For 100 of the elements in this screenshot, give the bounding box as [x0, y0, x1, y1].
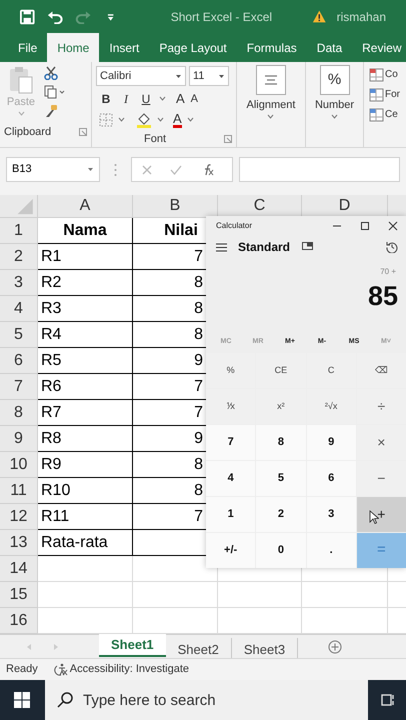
- undo-icon[interactable]: [46, 10, 63, 24]
- table-style-icon: [369, 88, 384, 102]
- caret-icon: [87, 167, 94, 172]
- row-header[interactable]: 8: [0, 400, 38, 426]
- check-icon[interactable]: [170, 164, 182, 174]
- calculator-key[interactable]: 3: [306, 497, 356, 532]
- ribbon-tab[interactable]: Review: [352, 33, 406, 62]
- row-header[interactable]: 4: [0, 296, 38, 322]
- styles-button[interactable]: Ce: [369, 107, 400, 122]
- row-header[interactable]: 16: [0, 608, 38, 634]
- ribbon-tab[interactable]: Data: [306, 33, 352, 62]
- row-header[interactable]: 6: [0, 348, 38, 374]
- column-header[interactable]: A: [38, 195, 133, 218]
- name-box[interactable]: B13: [6, 157, 100, 182]
- row-header[interactable]: 11: [0, 478, 38, 504]
- row-header[interactable]: 7: [0, 374, 38, 400]
- row-header[interactable]: 9: [0, 426, 38, 452]
- paste-label: Paste: [6, 95, 36, 110]
- close-icon[interactable]: [388, 221, 398, 231]
- save-icon[interactable]: [20, 8, 35, 24]
- style-button[interactable]: I: [119, 90, 133, 108]
- fill-color-icon[interactable]: [136, 112, 152, 128]
- table-cell: R3: [38, 296, 133, 322]
- task-view-icon[interactable]: [381, 693, 395, 707]
- formula-input[interactable]: [239, 157, 400, 182]
- history-icon[interactable]: [386, 241, 398, 253]
- row-header[interactable]: 2: [0, 244, 38, 270]
- group-label: Font: [144, 132, 166, 146]
- row-header[interactable]: 3: [0, 270, 38, 296]
- table-cell: R7: [38, 400, 133, 426]
- calculator-key[interactable]: 8: [256, 425, 306, 460]
- column-header[interactable]: D: [302, 195, 388, 218]
- table-cell: Rata-rata: [38, 530, 133, 556]
- borders-icon[interactable]: [99, 112, 113, 126]
- calculator-key[interactable]: +: [356, 497, 406, 532]
- group-label: Clipboard: [4, 125, 52, 140]
- row-header[interactable]: 13: [0, 530, 38, 556]
- ribbon-tab[interactable]: File: [8, 33, 48, 62]
- accessibility-button[interactable]: Accessibility: Investigate: [54, 661, 190, 678]
- caret-icon: [175, 74, 182, 78]
- maximize-icon[interactable]: [360, 221, 370, 231]
- table-cell: R4: [38, 322, 133, 348]
- status-text: Ready: [6, 662, 38, 678]
- caret-icon: [159, 96, 166, 102]
- calculator-key[interactable]: 5: [256, 461, 306, 496]
- style-button[interactable]: B: [99, 90, 113, 108]
- sheet-tab[interactable]: Sheet1: [99, 634, 166, 657]
- ribbon-tab[interactable]: Page Layout: [149, 33, 237, 62]
- copy-icon[interactable]: [44, 85, 66, 99]
- styles-button[interactable]: For: [369, 87, 400, 102]
- launcher-icon[interactable]: [79, 128, 87, 136]
- column-header[interactable]: B: [133, 195, 218, 218]
- calculator-key[interactable]: 4: [206, 461, 256, 496]
- table-cell: R5: [38, 348, 133, 374]
- row-header[interactable]: 12: [0, 504, 38, 530]
- launcher-icon[interactable]: [224, 134, 232, 143]
- font-name-field[interactable]: Calibri: [96, 66, 186, 86]
- keep-on-top-icon[interactable]: [302, 242, 314, 252]
- menu-icon[interactable]: [216, 242, 227, 252]
- display-value: 85: [366, 280, 399, 312]
- calculator-key[interactable]: 6: [306, 461, 356, 496]
- user-name: rismahan: [336, 8, 386, 26]
- ribbon-tab[interactable]: Formulas: [236, 33, 307, 62]
- search-field[interactable]: Type here to search: [45, 680, 368, 720]
- row-header[interactable]: 14: [0, 556, 38, 582]
- calculator-key[interactable]: +/-: [206, 533, 256, 568]
- alignment-button[interactable]: Alignment: [246, 65, 296, 118]
- row-header[interactable]: 10: [0, 452, 38, 478]
- styles-button[interactable]: Co: [369, 67, 400, 82]
- shrink-font-button[interactable]: A: [190, 90, 198, 107]
- font-size-field[interactable]: 11: [189, 66, 229, 86]
- calculator-key[interactable]: 0: [256, 533, 306, 568]
- style-button[interactable]: U: [139, 90, 153, 108]
- ribbon-tab[interactable]: Insert: [99, 33, 150, 62]
- table-cell: R9: [38, 452, 133, 478]
- calculator-key[interactable]: 7: [206, 425, 256, 460]
- brush-icon[interactable]: [44, 104, 58, 118]
- caret-icon: [18, 110, 24, 116]
- font-color-button[interactable]: A: [173, 112, 182, 128]
- redo-icon: [74, 10, 92, 24]
- window-title: Short Excel - Excel: [170, 8, 272, 26]
- grow-font-button[interactable]: A: [176, 89, 185, 108]
- calculator-key[interactable]: .: [306, 533, 356, 568]
- column-header[interactable]: C: [218, 195, 302, 218]
- calculator-key[interactable]: 1: [206, 497, 256, 532]
- calculator-key[interactable]: 2: [256, 497, 306, 532]
- grip-icon: [114, 163, 117, 177]
- row-header[interactable]: 5: [0, 322, 38, 348]
- add-sheet-icon[interactable]: [328, 640, 342, 654]
- number-format-button[interactable]: % Number: [314, 65, 354, 118]
- row-header[interactable]: 1: [0, 218, 38, 244]
- customize-icon[interactable]: [107, 12, 115, 22]
- caret-icon: [331, 114, 338, 118]
- calculator-key[interactable]: 9: [306, 425, 356, 460]
- accessibility-icon: [54, 663, 68, 676]
- search-icon: [57, 692, 73, 708]
- scissors-icon[interactable]: [44, 66, 58, 80]
- ribbon-tab[interactable]: Home: [47, 33, 100, 62]
- table-cell: R11: [38, 504, 133, 530]
- row-header[interactable]: 15: [0, 582, 38, 608]
